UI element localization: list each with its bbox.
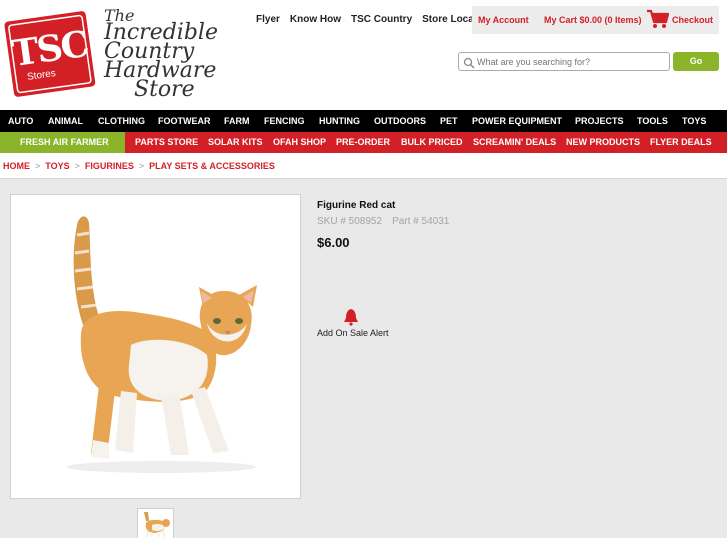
product-part-number: Part # 54031 bbox=[392, 216, 450, 227]
nav-item-new-products[interactable]: NEW PRODUCTS bbox=[566, 132, 640, 153]
fresh-air-farmer-label: FRESH AIR FARMER bbox=[20, 137, 109, 147]
shopping-cart-icon[interactable] bbox=[646, 9, 670, 29]
product-thumbnail[interactable] bbox=[137, 508, 174, 538]
store-tagline: The Incredible Country Hardware Store bbox=[104, 8, 234, 101]
breadcrumb-separator: > bbox=[138, 161, 145, 171]
nav-item-bulk-priced[interactable]: BULK PRICED bbox=[401, 132, 463, 153]
know-how-link[interactable]: Know How bbox=[290, 14, 341, 25]
nav-item-projects[interactable]: PROJECTS bbox=[575, 110, 624, 132]
breadcrumb-separator: > bbox=[35, 161, 41, 171]
nav-item-hunting[interactable]: HUNTING bbox=[319, 110, 360, 132]
breadcrumb-toys[interactable]: TOYS bbox=[45, 161, 69, 171]
search-icon bbox=[463, 56, 475, 69]
sale-alert-link[interactable]: Add On Sale Alert bbox=[317, 328, 389, 338]
nav-item-footwear[interactable]: FOOTWEAR bbox=[158, 110, 211, 132]
breadcrumb-play-sets[interactable]: PLAY SETS & ACCESSORIES bbox=[149, 161, 275, 171]
section-divider bbox=[0, 178, 727, 179]
nav-item-farm[interactable]: FARM bbox=[224, 110, 250, 132]
nav-item-screamin-deals[interactable]: SCREAMIN' DEALS bbox=[473, 132, 556, 153]
fresh-air-farmer-tab[interactable]: FRESH AIR FARMER bbox=[0, 132, 125, 153]
breadcrumb-home[interactable]: HOME bbox=[3, 161, 30, 171]
my-cart-link[interactable]: My Cart $0.00 (0 Items) bbox=[544, 15, 642, 25]
nav-item-solar-kits[interactable]: SOLAR KITS bbox=[208, 132, 263, 153]
bell-icon[interactable] bbox=[343, 308, 359, 326]
nav-item-flyer-deals[interactable]: FLYER DEALS bbox=[650, 132, 712, 153]
nav-item-clothing[interactable]: CLOTHING bbox=[98, 110, 145, 132]
my-account-link[interactable]: My Account bbox=[478, 15, 529, 25]
search-bar bbox=[458, 52, 670, 71]
search-input[interactable] bbox=[477, 54, 667, 69]
nav-item-fencing[interactable]: FENCING bbox=[264, 110, 305, 132]
product-price: $6.00 bbox=[317, 235, 350, 250]
breadcrumb: HOME > TOYS > FIGURINES > PLAY SETS & ACCESSOR… bbox=[3, 161, 275, 171]
checkout-link[interactable]: Checkout bbox=[672, 15, 713, 25]
main-category-nav: AUTO ANIMAL CLOTHING FOOTWEAR FARM FENCI… bbox=[0, 110, 727, 132]
product-title: Figurine Red cat bbox=[317, 200, 396, 211]
nav-item-ofah-shop[interactable]: OFAH SHOP bbox=[273, 132, 326, 153]
account-bar: My Account My Cart $0.00 (0 Items) Check… bbox=[472, 6, 719, 34]
tsc-country-link[interactable]: TSC Country bbox=[351, 14, 412, 25]
nav-item-pre-order[interactable]: PRE-ORDER bbox=[336, 132, 390, 153]
nav-item-auto[interactable]: AUTO bbox=[8, 110, 33, 132]
product-codes: SKU # 508952 Part # 54031 bbox=[317, 216, 459, 227]
tsc-logo[interactable]: TSC Stores bbox=[3, 10, 97, 100]
breadcrumb-figurines[interactable]: FIGURINES bbox=[85, 161, 134, 171]
product-sku: SKU # 508952 bbox=[317, 216, 383, 227]
utility-links: Flyer Know How TSC Country Store Locator bbox=[256, 14, 497, 25]
promo-nav: FRESH AIR FARMER PARTS STORE SOLAR KITS … bbox=[0, 132, 727, 153]
site-header: TSC Stores The Incredible Country Hardwa… bbox=[0, 0, 727, 110]
product-main-image[interactable] bbox=[10, 194, 301, 499]
nav-item-outdoors[interactable]: OUTDOORS bbox=[374, 110, 426, 132]
nav-item-toys[interactable]: TOYS bbox=[682, 110, 706, 132]
nav-item-tools[interactable]: TOOLS bbox=[637, 110, 668, 132]
nav-item-parts-store[interactable]: PARTS STORE bbox=[135, 132, 198, 153]
nav-item-pet[interactable]: PET bbox=[440, 110, 458, 132]
breadcrumb-separator: > bbox=[74, 161, 80, 171]
nav-item-animal[interactable]: ANIMAL bbox=[48, 110, 83, 132]
search-go-button[interactable]: Go bbox=[673, 52, 719, 71]
nav-item-power-equipment[interactable]: POWER EQUIPMENT bbox=[472, 110, 562, 132]
flyer-link[interactable]: Flyer bbox=[256, 14, 280, 25]
